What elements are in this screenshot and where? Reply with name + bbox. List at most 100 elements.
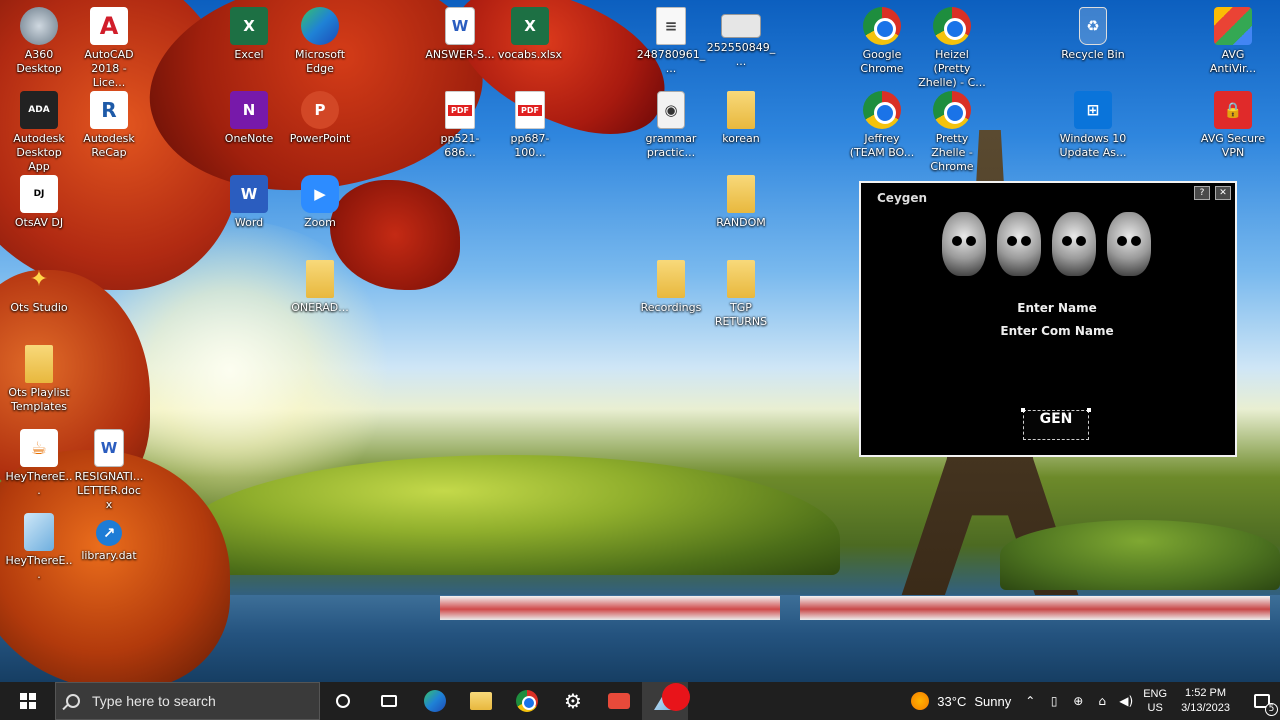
desktop-icon-label: Word <box>234 216 264 229</box>
gen-button[interactable]: GEN <box>1021 408 1091 440</box>
desktop-icon-label: HeyThereE... <box>5 470 73 497</box>
desktop-icon-248780961[interactable]: ≡ 248780961_... <box>636 2 706 86</box>
desktop-icon-label: Recycle Bin <box>1061 48 1125 61</box>
notification-count: 5 <box>1265 703 1278 716</box>
desktop-icon-recycle-bin[interactable]: ♻ Recycle Bin <box>1058 2 1128 86</box>
folder-icon <box>306 260 334 298</box>
desktop-icon-word[interactable]: W Word <box>214 170 284 254</box>
text-file-icon: ≡ <box>656 7 686 45</box>
tsrh-logo <box>936 205 1156 283</box>
taskbar-edge[interactable] <box>412 682 458 720</box>
taskbar-chrome[interactable] <box>504 682 550 720</box>
edge-icon <box>424 690 446 712</box>
desktop-icon-heythere-java[interactable]: ☕ HeyThereE... <box>4 424 74 508</box>
taskbar-recorder[interactable] <box>596 682 642 720</box>
zoom-icon: ▶ <box>301 175 339 213</box>
desktop-icon-label: RESIGNATI... LETTER.docx <box>74 470 144 511</box>
clock[interactable]: 1:52 PM 3/13/2023 <box>1181 686 1230 716</box>
desktop-icon-autodesk-app[interactable]: ADA Autodesk Desktop App <box>4 86 74 173</box>
cortana-icon <box>336 694 350 708</box>
desktop-icon-library-dat[interactable]: ↗ library.dat <box>74 508 144 592</box>
desktop-icon-onerad[interactable]: ONERAD... <box>285 255 355 339</box>
desktop-icon-label: Autodesk Desktop App <box>13 132 65 173</box>
desktop-icon-windows-update[interactable]: ⊞ Windows 10 Update As... <box>1058 86 1128 170</box>
dat-file-icon: ↗ <box>96 520 122 546</box>
keygen-window[interactable]: Ceygen ? ✕ Enter Name Enter Com Name GEN <box>859 181 1237 457</box>
desktop-icon-label: grammar practic... <box>645 132 697 159</box>
taskbar-settings[interactable]: ⚙ <box>550 682 596 720</box>
desktop-icon-252550849[interactable]: 252550849_... <box>706 2 776 86</box>
screen-recorder-icon <box>608 693 630 709</box>
desktop-icon-a360[interactable]: A360 Desktop <box>4 2 74 86</box>
taskbar-file-explorer[interactable] <box>458 682 504 720</box>
desktop-icon-pp687[interactable]: PDF pp687-100... <box>495 86 565 170</box>
taskbar-search-box[interactable]: Type here to search <box>55 682 320 720</box>
desktop-icon-excel[interactable]: X Excel <box>214 2 284 86</box>
taskbar-keygen[interactable] <box>642 682 690 720</box>
task-view-button[interactable] <box>366 682 412 720</box>
desktop-icon-autocad[interactable]: A AutoCAD 2018 - Lice... <box>74 2 144 89</box>
desktop-icon-label: TGP RETURNS <box>714 301 768 328</box>
desktop-icon-pretty-chrome[interactable]: Pretty Zhelle - Chrome <box>917 86 987 173</box>
desktop-icon-label: Pretty Zhelle - Chrome <box>930 132 974 173</box>
chevron-up-icon[interactable]: ⌃ <box>1023 694 1037 708</box>
desktop-icon-korean[interactable]: korean <box>706 86 776 170</box>
start-button[interactable] <box>0 682 55 720</box>
desktop-icon-label: pp687-100... <box>510 132 550 159</box>
desktop-icon-grammar[interactable]: ◉ grammar practic... <box>636 86 706 170</box>
desktop-icon-random[interactable]: RANDOM <box>706 170 776 254</box>
desktop-icon-ots-playlist[interactable]: Ots Playlist Templates <box>4 340 74 424</box>
recap-icon: R <box>90 91 128 129</box>
desktop-icon-label: Autodesk ReCap <box>83 132 135 159</box>
desktop-icon-avg-antivirus[interactable]: AVG AntiVir... <box>1198 2 1268 86</box>
desktop-icon-otsav-dj[interactable]: DJ OtsAV DJ <box>4 170 74 254</box>
pdf-icon: PDF <box>445 91 475 129</box>
region-code: US <box>1147 702 1163 714</box>
word-doc-icon: W <box>94 429 124 467</box>
desktop-icon-zoom[interactable]: ▶ Zoom <box>285 170 355 254</box>
network-icon[interactable]: ⌂ <box>1095 694 1109 708</box>
desktop-icon-heythere-image[interactable]: HeyThereE... <box>4 508 74 592</box>
search-placeholder: Type here to search <box>92 693 216 709</box>
desktop-icon-label: Jeffrey (TEAM BO... <box>849 132 915 159</box>
desktop-icon-label: 248780961_... <box>636 48 706 75</box>
desktop-icon-tgp-returns[interactable]: TGP RETURNS <box>706 255 776 339</box>
search-icon <box>66 694 80 708</box>
cortana-button[interactable] <box>320 682 366 720</box>
weather-widget[interactable]: 33°C Sunny <box>911 692 1011 710</box>
globe-icon[interactable]: ⊕ <box>1071 694 1085 708</box>
skull-icon <box>941 212 986 276</box>
task-view-icon <box>381 695 397 707</box>
enter-name-field[interactable]: Enter Name <box>861 301 1253 315</box>
desktop-icon-recap[interactable]: R Autodesk ReCap <box>74 86 144 170</box>
desktop-icon-onenote[interactable]: N OneNote <box>214 86 284 170</box>
excel-doc-icon: X <box>511 7 549 45</box>
language-indicator[interactable]: ENG US <box>1143 687 1167 715</box>
desktop-icon-jeffrey-chrome[interactable]: Jeffrey (TEAM BO... <box>847 86 917 170</box>
desktop-icon-resignation-letter[interactable]: W RESIGNATI... LETTER.docx <box>74 424 144 511</box>
usb-device-icon[interactable]: ▯ <box>1047 694 1061 708</box>
weather-condition: Sunny <box>974 693 1012 709</box>
desktop-icon-label: PowerPoint <box>289 132 351 145</box>
desktop-icon-ots-studio[interactable]: ✦ Ots Studio <box>4 255 74 339</box>
desktop-icon-edge[interactable]: Microsoft Edge <box>285 2 355 86</box>
keygen-help-button[interactable]: ? <box>1194 186 1210 200</box>
desktop-icon-pp521[interactable]: PDF pp521-686... <box>425 86 495 170</box>
desktop-icon-vocabs[interactable]: Xvocabs.xlsx <box>495 2 565 86</box>
desktop-icon-recordings[interactable]: Recordings <box>636 255 706 339</box>
volume-icon[interactable]: ◀) <box>1119 694 1133 708</box>
desktop-icon-avg-vpn[interactable]: 🔒 AVG Secure VPN <box>1198 86 1268 170</box>
skull-icon <box>996 212 1041 276</box>
notification-center-button[interactable]: 5 <box>1244 682 1280 720</box>
desktop-icon-label: vocabs.xlsx <box>497 48 563 61</box>
keygen-close-button[interactable]: ✕ <box>1215 186 1231 200</box>
desktop-icon-heizel-chrome[interactable]: Heizel (Pretty Zhelle) - C... <box>917 2 987 89</box>
desktop-icon-powerpoint[interactable]: P PowerPoint <box>285 86 355 170</box>
desktop-icon-answer[interactable]: W ANSWER-S... <box>425 2 495 86</box>
desktop-icon-label: Ots Playlist Templates <box>8 386 70 413</box>
ots-studio-icon: ✦ <box>29 266 49 292</box>
desktop-icon-label: Windows 10 Update As... <box>1059 132 1127 159</box>
enter-com-name-field[interactable]: Enter Com Name <box>861 324 1253 338</box>
desktop-icon-google-chrome[interactable]: Google Chrome <box>847 2 917 86</box>
desktop-icon-label: OtsAV DJ <box>14 216 64 229</box>
